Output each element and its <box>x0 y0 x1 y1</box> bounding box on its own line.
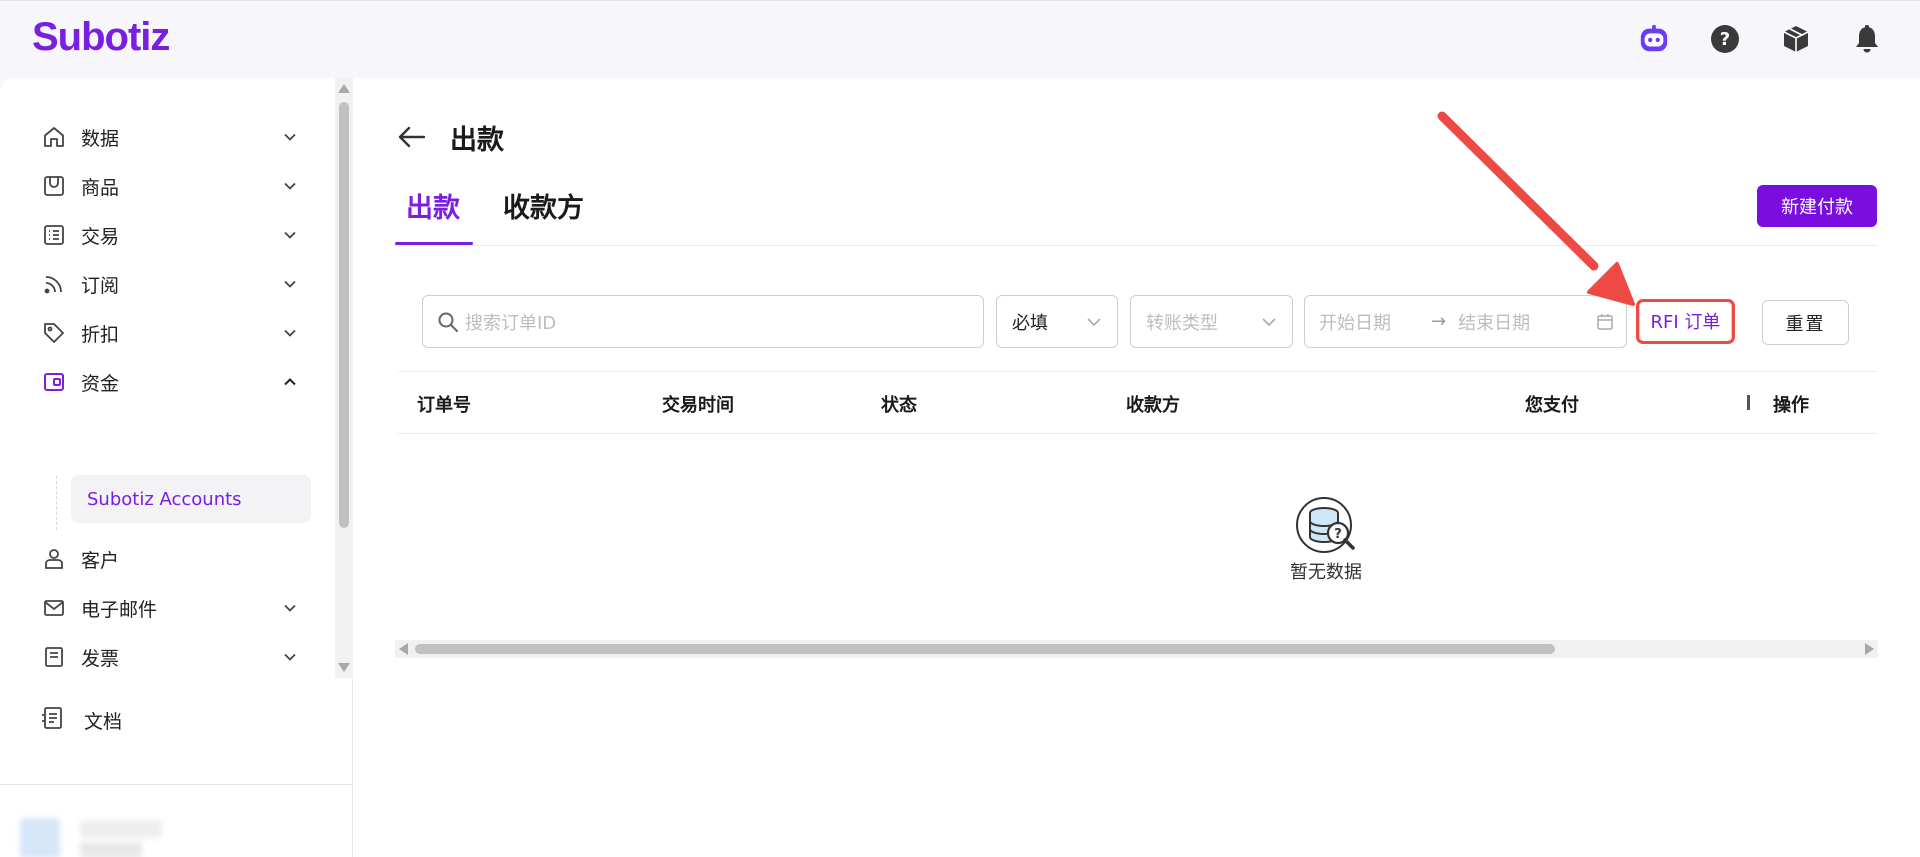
column-header-status: 状态 <box>881 395 917 416</box>
sidebar-item-subscriptions[interactable]: 订阅 <box>40 262 300 306</box>
sidebar-nav: 数据 商品 交易 订阅 折扣 资金 Subotiz Accounts 客户 电子… <box>0 78 335 678</box>
sidebar-item-transactions[interactable]: 交易 <box>40 213 300 257</box>
svg-text:?: ? <box>1334 527 1342 542</box>
tab-payouts[interactable]: 出款 <box>406 186 460 225</box>
sidebar-item-label: 文档 <box>84 710 123 733</box>
sidebar-item-docs[interactable]: 文档 <box>40 698 122 742</box>
column-header-you-pay: 您支付 <box>1525 395 1579 416</box>
empty-data-icon: ? <box>1294 491 1364 561</box>
sidebar-divider <box>0 784 353 785</box>
chevron-down-icon <box>280 647 300 667</box>
column-header-order-id: 订单号 <box>417 395 471 416</box>
sidebar-item-label: 订阅 <box>81 274 120 297</box>
chevron-down-icon <box>280 274 300 294</box>
user-info-redacted <box>80 842 142 857</box>
sidebar-item-invoices[interactable]: 发票 <box>40 635 300 678</box>
scroll-down-arrow-icon[interactable] <box>338 663 350 672</box>
notification-bell-icon[interactable] <box>1851 23 1883 55</box>
user-name-redacted <box>80 820 162 838</box>
date-range-picker[interactable]: 开始日期 → 结束日期 <box>1304 295 1627 348</box>
sidebar-item-email[interactable]: 电子邮件 <box>40 586 300 630</box>
sidebar-item-data[interactable]: 数据 <box>40 115 300 159</box>
help-icon[interactable]: ? <box>1709 23 1741 55</box>
chevron-down-icon <box>1085 313 1103 331</box>
table-header-top-border <box>398 371 1878 372</box>
chevron-down-icon <box>280 225 300 245</box>
start-date-input[interactable]: 开始日期 <box>1319 309 1391 335</box>
tabs-divider <box>395 245 1878 246</box>
package-icon[interactable] <box>1780 23 1812 55</box>
transfer-type-select[interactable]: 转账类型 <box>1130 295 1293 348</box>
column-header-payee: 收款方 <box>1126 395 1180 416</box>
home-icon <box>40 123 68 151</box>
search-icon <box>437 311 459 333</box>
table-horizontal-scrollbar[interactable] <box>395 640 1878 658</box>
chevron-down-icon <box>280 323 300 343</box>
rss-icon <box>40 270 68 298</box>
top-bar: Subotiz ? <box>0 0 1920 78</box>
invoice-icon <box>40 643 68 671</box>
new-payment-button[interactable]: 新建付款 <box>1757 185 1877 227</box>
reset-button[interactable]: 重置 <box>1762 300 1849 345</box>
sidebar-item-products[interactable]: 商品 <box>40 164 300 208</box>
mail-icon <box>40 594 68 622</box>
list-icon <box>40 221 68 249</box>
chevron-down-icon <box>280 127 300 147</box>
end-date-input[interactable]: 结束日期 <box>1458 309 1530 335</box>
sidebar-item-label: 商品 <box>81 176 120 199</box>
transfer-type-placeholder: 转账类型 <box>1146 312 1218 334</box>
sidebar-item-label: 电子邮件 <box>81 598 158 621</box>
store-icon <box>40 172 68 200</box>
search-placeholder: 搜索订单ID <box>465 312 557 334</box>
chevron-down-icon <box>280 598 300 618</box>
sidebar-item-label: 资金 <box>81 372 120 395</box>
wallet-icon <box>40 368 68 396</box>
app-logo[interactable]: Subotiz <box>32 15 170 60</box>
main-content: 出款 出款 收款方 新建付款 搜索订单ID 必填 转账类型 开始日期 → 结束日… <box>353 78 1920 857</box>
sidebar: 数据 商品 交易 订阅 折扣 资金 Subotiz Accounts 客户 电子… <box>0 78 353 857</box>
required-select-value: 必填 <box>1012 312 1048 334</box>
scroll-right-arrow-icon[interactable] <box>1865 643 1874 655</box>
sidebar-item-discounts[interactable]: 折扣 <box>40 311 300 355</box>
sidebar-scroll-thumb[interactable] <box>339 102 349 528</box>
sidebar-scrollbar[interactable] <box>335 78 353 678</box>
column-header-transaction-time: 交易时间 <box>662 395 734 416</box>
date-range-arrow: → <box>1431 311 1447 332</box>
chevron-down-icon <box>280 176 300 196</box>
user-icon <box>40 545 68 573</box>
scroll-up-arrow-icon[interactable] <box>338 84 350 93</box>
svg-text:?: ? <box>1720 29 1730 50</box>
calendar-icon <box>1596 313 1614 331</box>
required-select[interactable]: 必填 <box>996 295 1118 348</box>
submenu-guide-line <box>56 476 57 530</box>
sidebar-item-label: 客户 <box>81 549 120 572</box>
column-resize-handle[interactable] <box>1747 395 1750 410</box>
user-avatar[interactable] <box>20 818 60 857</box>
document-icon <box>40 705 66 735</box>
sidebar-item-label: 折扣 <box>81 323 120 346</box>
page-title: 出款 <box>450 125 504 156</box>
sidebar-item-label: 数据 <box>81 127 120 150</box>
order-id-search-input[interactable]: 搜索订单ID <box>422 295 984 348</box>
sidebar-item-customers[interactable]: 客户 <box>40 537 300 581</box>
chevron-up-icon <box>280 372 300 392</box>
tab-payees[interactable]: 收款方 <box>503 186 584 225</box>
sidebar-subitem-subotiz-accounts[interactable]: Subotiz Accounts <box>71 475 311 523</box>
annotation-highlight-box <box>1636 299 1735 344</box>
tag-icon <box>40 319 68 347</box>
empty-state-text: 暂无数据 <box>1290 562 1362 583</box>
sidebar-item-label: 交易 <box>81 225 120 248</box>
back-arrow-icon[interactable] <box>395 120 429 154</box>
assistant-bot-icon[interactable] <box>1638 23 1670 55</box>
sidebar-item-funds[interactable]: 资金 <box>40 360 300 404</box>
scroll-left-arrow-icon[interactable] <box>399 643 408 655</box>
column-header-actions: 操作 <box>1773 395 1809 416</box>
sidebar-item-label: 发票 <box>81 647 120 670</box>
chevron-down-icon <box>1260 313 1278 331</box>
horizontal-scroll-thumb[interactable] <box>415 644 1555 654</box>
table-header-bottom-border <box>398 433 1878 434</box>
